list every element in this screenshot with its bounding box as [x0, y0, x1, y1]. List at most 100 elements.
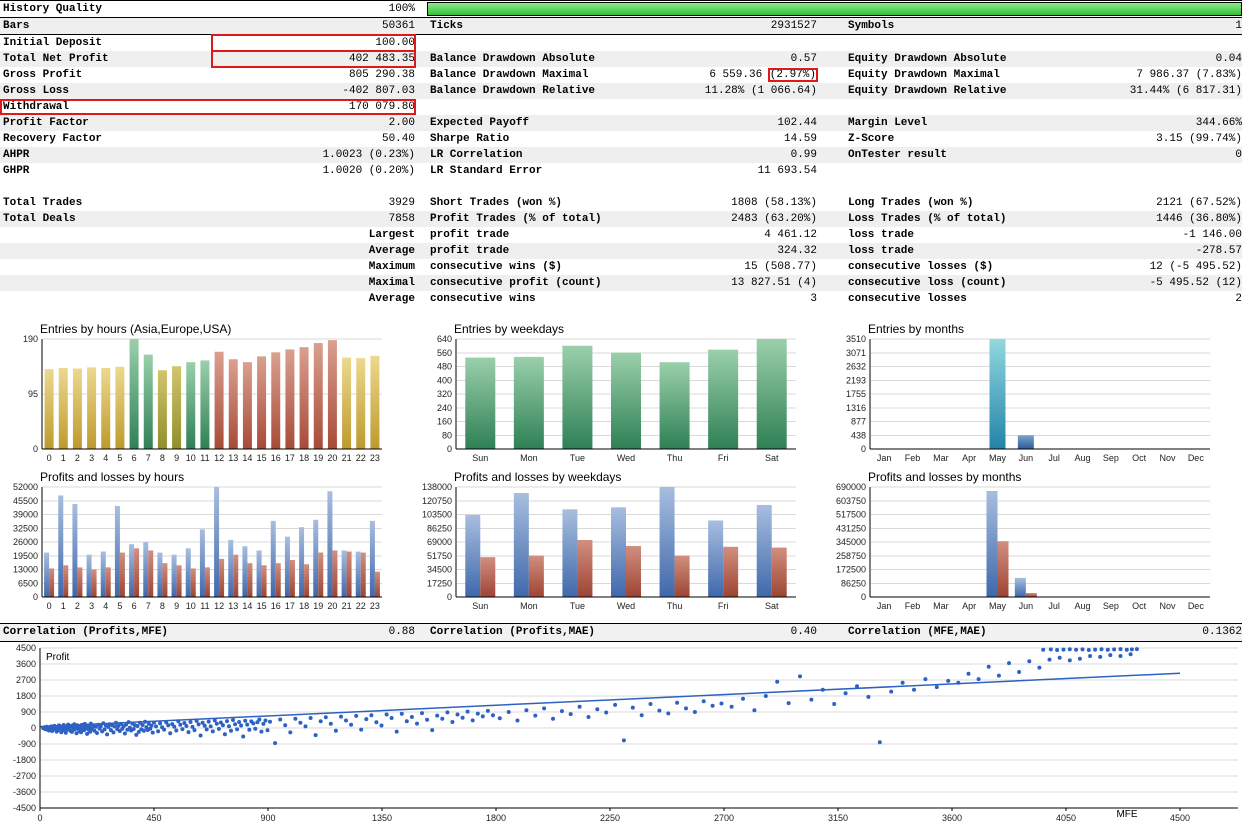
- bar-profit: [199, 529, 205, 597]
- x-tick-label: Mar: [933, 601, 949, 611]
- scatter-point: [639, 713, 644, 718]
- x-tick-label: May: [989, 453, 1007, 463]
- y-tick-label: 13000: [13, 565, 38, 575]
- bar-profit: [228, 539, 234, 597]
- correlation-label: Correlation (MFE,MAE): [848, 626, 987, 638]
- bar-profit: [270, 520, 276, 597]
- x-tick-label: 8: [160, 601, 165, 611]
- scatter-point: [786, 701, 791, 706]
- scatter-point: [475, 711, 480, 716]
- bar-profit: [44, 552, 50, 597]
- scatter-point: [1057, 655, 1062, 660]
- scatter-point: [763, 694, 768, 698]
- scatter-point: [166, 723, 171, 728]
- scatter-point: [701, 699, 706, 704]
- x-tick-label: 7: [146, 601, 151, 611]
- x-tick-label: 0: [47, 601, 52, 611]
- y-tick-label: 51750: [427, 551, 452, 561]
- stat-value: Average: [368, 245, 415, 257]
- stats-row: Gross Loss -402 807.03 Balance Drawdown Re…: [0, 83, 1242, 99]
- x-tick-label: Jan: [877, 453, 892, 463]
- scatter-point: [265, 728, 270, 733]
- scatter-point: [515, 718, 520, 723]
- bar-loss: [49, 568, 55, 597]
- scatter-point: [308, 716, 313, 720]
- scatter-point: [186, 730, 191, 735]
- scatter-point: [98, 724, 103, 729]
- scatter-point: [122, 731, 127, 736]
- stat-value: 805 290.38: [348, 69, 415, 81]
- bar-loss: [247, 563, 253, 597]
- scatter-point: [630, 705, 635, 710]
- scatter-point: [168, 731, 173, 736]
- scatter-point: [95, 731, 99, 735]
- y-tick-label: 34500: [427, 565, 452, 575]
- x-tick-label: Jun: [1019, 453, 1034, 463]
- scatter-point: [399, 711, 404, 716]
- stat-value: 15 (508.77): [744, 261, 817, 273]
- bar: [285, 349, 295, 449]
- chart-title: Entries by months: [868, 322, 965, 336]
- chart-canvas: 0 6500 13000 19500 26000 32500 39000 45500 52000…: [13, 482, 382, 611]
- y-tick-label: 69000: [427, 537, 452, 547]
- x-tick-label: Jun: [1019, 601, 1034, 611]
- stat-label: Balance Drawdown Absolute: [430, 53, 596, 65]
- scatter-point: [542, 706, 547, 711]
- stat-value: 0: [1235, 149, 1242, 161]
- scatter-point: [339, 714, 343, 719]
- scatter-point: [409, 715, 414, 719]
- scatter-point: [243, 718, 248, 723]
- scatter-point: [229, 728, 233, 733]
- bar-profit: [242, 546, 248, 597]
- scatter-point: [222, 732, 227, 737]
- stats-row: Total Deals 7858 Profit Trades (% of total…: [0, 211, 1242, 227]
- stat-value: 13 827.51 (4): [731, 277, 817, 289]
- scatter-point: [180, 727, 185, 732]
- scatter-point: [775, 679, 780, 684]
- x-tick-label: 5: [117, 601, 122, 611]
- scatter-point: [105, 732, 110, 737]
- stat-value: 2: [1235, 293, 1242, 305]
- scatter-point: [1099, 647, 1104, 652]
- scatter-point: [832, 702, 837, 706]
- x-tick-label: 13: [228, 453, 238, 463]
- bar-profit: [659, 487, 675, 597]
- scatter-point: [460, 715, 465, 720]
- bar-profit: [299, 527, 305, 597]
- bar: [271, 352, 281, 449]
- bar: [1017, 435, 1034, 449]
- bar-loss: [289, 559, 295, 597]
- scatter-point: [986, 664, 991, 669]
- y-tick-label: 19500: [13, 551, 38, 561]
- chart-canvas: 0 438 877 1316 1755 2193 2632 3071 3510 Jan Feb Mar…: [846, 334, 1210, 463]
- y-tick-label: 6500: [18, 578, 38, 588]
- y-tick-label: 690000: [836, 482, 866, 492]
- x-tick-label: 11: [200, 601, 209, 611]
- x-tick-label: 20: [327, 453, 337, 463]
- y-tick-label: 45500: [13, 496, 38, 506]
- scatter-point: [1093, 647, 1098, 652]
- scatter-point: [1098, 654, 1103, 659]
- scatter-ylabel: Profit: [46, 652, 70, 663]
- scatter-point: [344, 718, 348, 723]
- x-tick-label: Thu: [667, 453, 683, 463]
- stat-value: 2483 (63.20%): [731, 213, 817, 225]
- stat-label: Recovery Factor: [3, 133, 103, 145]
- x-tick-label: 8: [160, 453, 165, 463]
- x-tick-label: Aug: [1074, 453, 1090, 463]
- scatter-point: [1047, 657, 1052, 662]
- bar-loss: [528, 555, 544, 597]
- bar-profit: [355, 551, 361, 597]
- y-tick-label: 0: [31, 723, 36, 733]
- scatter-point: [1086, 648, 1091, 652]
- scatter-point: [710, 703, 715, 708]
- stat-value: 3.15 (99.74%): [1156, 133, 1242, 145]
- scatter-point: [613, 702, 618, 707]
- scatter-canvas: 45003600270018009000-900-1800-2700-3600-…: [13, 643, 1238, 823]
- bar: [44, 369, 54, 449]
- y-tick-label: 560: [437, 348, 452, 358]
- y-tick-label: 3071: [846, 348, 866, 358]
- bar-profit: [129, 544, 135, 597]
- stat-label: Bars: [3, 20, 30, 32]
- y-tick-label: 517500: [836, 510, 866, 520]
